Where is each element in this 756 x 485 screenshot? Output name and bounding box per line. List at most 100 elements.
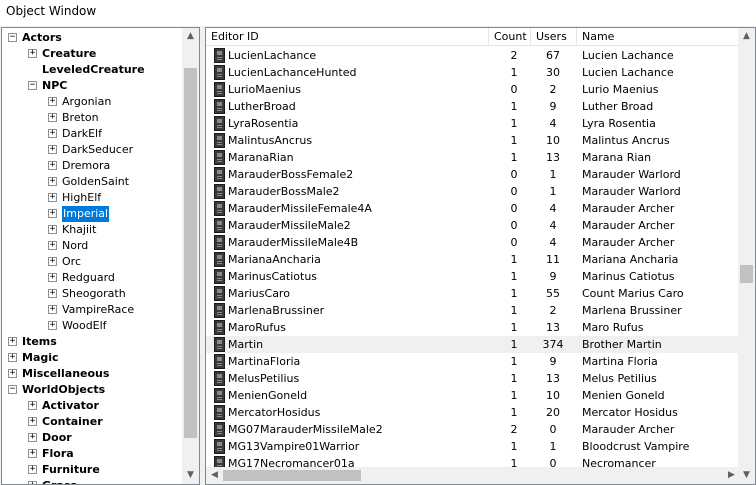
tree-node-label[interactable]: GoldenSaint — [62, 174, 129, 190]
table-row[interactable]: Martin 1 374 Brother Martin — [206, 336, 740, 353]
column-header-name[interactable]: Name — [577, 28, 740, 46]
expand-icon[interactable]: + — [48, 305, 57, 314]
scroll-up-arrow-icon[interactable]: ▲ — [182, 28, 199, 45]
tree-node-label[interactable]: Nord — [62, 238, 88, 254]
tree-node-label[interactable]: Flora — [42, 446, 74, 462]
expand-icon[interactable]: + — [28, 449, 37, 458]
scroll-up-arrow-icon[interactable]: ▲ — [738, 28, 755, 45]
expand-icon[interactable]: + — [48, 241, 57, 250]
tree-node-label[interactable]: WorldObjects — [22, 382, 105, 398]
expand-icon[interactable]: + — [28, 465, 37, 474]
table-row[interactable]: MenienGoneld 1 10 Menien Goneld — [206, 387, 740, 404]
category-tree[interactable]: − Actors + Creature LeveledCreature − NPC + Argo… — [1, 27, 200, 485]
collapse-icon[interactable]: − — [8, 33, 17, 42]
tree-node-label[interactable]: Door — [42, 430, 72, 446]
tree-node-label[interactable]: WoodElf — [62, 318, 107, 334]
tree-node-label[interactable]: HighElf — [62, 190, 101, 206]
tree-vertical-scrollbar[interactable]: ▲ ▼ — [182, 28, 199, 484]
table-row[interactable]: MarauderBossFemale2 0 1 Marauder Warlord — [206, 166, 740, 183]
expand-icon[interactable]: + — [8, 369, 17, 378]
table-row[interactable]: MG07MarauderMissileMale2 2 0 Marauder Arche… — [206, 421, 740, 438]
scroll-left-arrow-icon[interactable]: ◀ — [206, 467, 223, 484]
table-row[interactable]: MG13Vampire01Warrior 1 1 Bloodcrust Vampire — [206, 438, 740, 455]
tree-node-label[interactable]: Argonian — [62, 94, 111, 110]
scroll-right-arrow-icon[interactable]: ▶ — [723, 467, 740, 484]
expand-icon[interactable]: + — [8, 353, 17, 362]
expand-icon[interactable]: + — [48, 225, 57, 234]
tree-node-label[interactable]: Breton — [62, 110, 99, 126]
collapse-icon[interactable]: − — [8, 385, 17, 394]
table-row[interactable]: LurioMaenius 0 2 Lurio Maenius — [206, 81, 740, 98]
expand-icon[interactable]: + — [48, 289, 57, 298]
expand-icon[interactable]: + — [28, 401, 37, 410]
object-list[interactable]: Editor ID Count Users Name LucienLachanc… — [205, 27, 756, 485]
table-row[interactable]: MalintusAncrus 1 10 Malintus Ancrus — [206, 132, 740, 149]
list-horizontal-scrollbar[interactable]: ◀ ▶ — [206, 467, 740, 484]
tree-node-label[interactable]: LeveledCreature — [42, 62, 145, 78]
tree-node-label[interactable]: Actors — [22, 30, 62, 46]
column-header-editor-id[interactable]: Editor ID — [206, 28, 489, 46]
column-header-users[interactable]: Users — [531, 28, 577, 46]
expand-icon[interactable]: + — [28, 417, 37, 426]
table-row[interactable]: MarinusCatiotus 1 9 Marinus Catiotus — [206, 268, 740, 285]
tree-node-label[interactable]: Grass — [42, 478, 77, 484]
expand-icon[interactable]: + — [8, 337, 17, 346]
expand-icon[interactable]: + — [48, 273, 57, 282]
tree-node-label[interactable]: DarkSeducer — [62, 142, 133, 158]
scroll-down-arrow-icon[interactable]: ▼ — [738, 467, 755, 484]
column-header-count[interactable]: Count — [489, 28, 531, 46]
expand-icon[interactable]: + — [48, 209, 57, 218]
expand-icon[interactable]: + — [28, 481, 37, 484]
table-row[interactable]: MaranaRian 1 13 Marana Rian — [206, 149, 740, 166]
table-row[interactable]: LyraRosentia 1 4 Lyra Rosentia — [206, 115, 740, 132]
expand-icon[interactable]: + — [28, 49, 37, 58]
table-row[interactable]: MarauderMissileMale4B 0 4 Marauder Archer — [206, 234, 740, 251]
table-row[interactable]: LucienLachanceHunted 1 30 Lucien Lachance — [206, 64, 740, 81]
table-row[interactable]: MartinaFloria 1 9 Martina Floria — [206, 353, 740, 370]
tree-node-label[interactable]: Miscellaneous — [22, 366, 109, 382]
table-row[interactable]: MarauderMissileFemale4A 0 4 Marauder Archer — [206, 200, 740, 217]
tree-node-label[interactable]: Creature — [42, 46, 96, 62]
tree-node-label[interactable]: Furniture — [42, 462, 100, 478]
tree-node-label[interactable]: Dremora — [62, 158, 110, 174]
table-row[interactable]: MarauderMissileMale2 0 4 Marauder Archer — [206, 217, 740, 234]
expand-icon[interactable]: + — [48, 193, 57, 202]
table-row[interactable]: LutherBroad 1 9 Luther Broad — [206, 98, 740, 115]
table-row[interactable]: MariusCaro 1 55 Count Marius Caro — [206, 285, 740, 302]
tree-node-label[interactable]: Magic — [22, 350, 59, 366]
tree-node-label[interactable]: Items — [22, 334, 57, 350]
scroll-down-arrow-icon[interactable]: ▼ — [182, 467, 199, 484]
tree-node-label[interactable]: Khajiit — [62, 222, 96, 238]
table-row[interactable]: MarlenaBrussiner 1 2 Marlena Brussiner — [206, 302, 740, 319]
list-vertical-scrollbar[interactable]: ▲ ▼ — [738, 28, 755, 484]
expand-icon[interactable]: + — [48, 321, 57, 330]
expand-icon[interactable]: + — [48, 145, 57, 154]
expand-icon[interactable]: + — [48, 257, 57, 266]
collapse-icon[interactable]: − — [28, 81, 37, 90]
table-row[interactable]: MG17Necromancer01a 1 0 Necromancer — [206, 455, 740, 467]
list-scroll-thumb[interactable] — [740, 265, 753, 283]
tree-scroll-thumb[interactable] — [184, 68, 197, 438]
tree-node-label[interactable]: DarkElf — [62, 126, 102, 142]
tree-node-label[interactable]: Sheogorath — [62, 286, 126, 302]
table-row[interactable]: MaroRufus 1 13 Maro Rufus — [206, 319, 740, 336]
tree-node-label[interactable]: Orc — [62, 254, 81, 270]
expand-icon[interactable]: + — [28, 433, 37, 442]
table-row[interactable]: MercatorHosidus 1 20 Mercator Hosidus — [206, 404, 740, 421]
tree-node-label[interactable]: NPC — [42, 78, 67, 94]
expand-icon[interactable]: + — [48, 113, 57, 122]
expand-icon[interactable]: + — [48, 161, 57, 170]
tree-node-label[interactable]: VampireRace — [62, 302, 134, 318]
table-row[interactable]: MelusPetilius 1 13 Melus Petilius — [206, 370, 740, 387]
expand-icon[interactable]: + — [48, 177, 57, 186]
expand-icon[interactable]: + — [48, 97, 57, 106]
tree-node-label[interactable]: Redguard — [62, 270, 115, 286]
tree-node-label[interactable]: Container — [42, 414, 103, 430]
table-row[interactable]: MarianaAncharia 1 11 Mariana Ancharia — [206, 251, 740, 268]
table-row[interactable]: LucienLachance 2 67 Lucien Lachance — [206, 47, 740, 64]
list-hscroll-thumb[interactable] — [223, 470, 361, 481]
tree-node-label[interactable]: Activator — [42, 398, 99, 414]
table-row[interactable]: MarauderBossMale2 0 1 Marauder Warlord — [206, 183, 740, 200]
tree-node-label[interactable]: Imperial — [62, 206, 110, 222]
expand-icon[interactable]: + — [48, 129, 57, 138]
